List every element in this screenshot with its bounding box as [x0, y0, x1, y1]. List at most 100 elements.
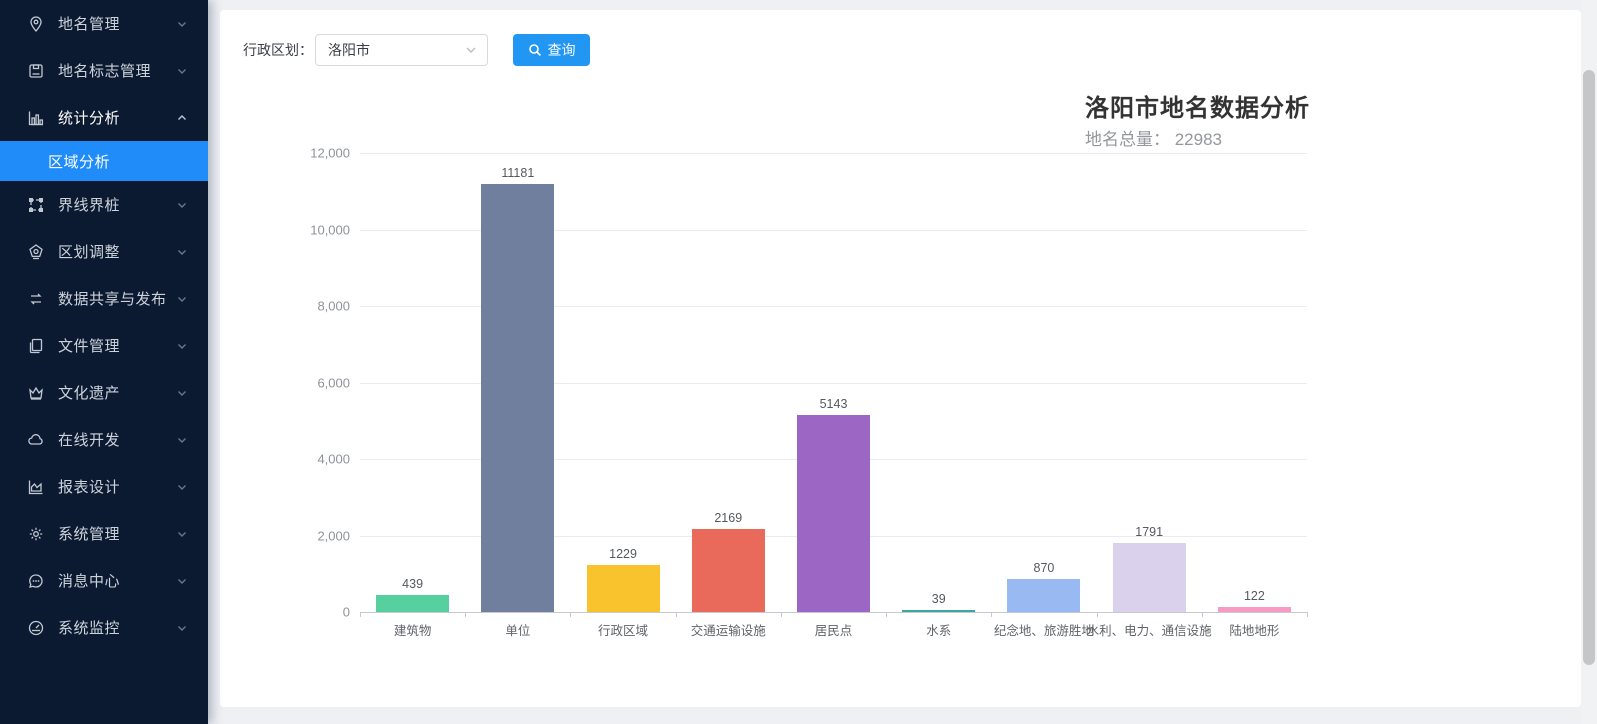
monitor-gauge-icon — [27, 619, 45, 637]
sidebar-item-label: 地名标志管理 — [58, 60, 176, 81]
sidebar-item-label: 文件管理 — [58, 335, 176, 356]
chevron-down-icon — [176, 199, 188, 211]
sidebar-item-6[interactable]: 文件管理 — [0, 322, 208, 369]
x-axis-tick — [676, 612, 677, 617]
x-axis-tick — [781, 612, 782, 617]
bar-2[interactable] — [587, 565, 660, 612]
x-axis-category-label: 建筑物 — [394, 620, 432, 639]
report-chart-icon — [27, 478, 45, 496]
sidebar-item-3[interactable]: 界线界桩 — [0, 181, 208, 228]
x-axis-tick — [991, 612, 992, 617]
files-icon — [27, 337, 45, 355]
y-axis-tick-label: 6,000 — [280, 375, 350, 390]
sidebar-item-label: 区划调整 — [58, 241, 176, 262]
bar-value-label: 439 — [402, 577, 423, 591]
chevron-up-icon — [176, 112, 188, 124]
sidebar-item-label: 系统管理 — [58, 523, 176, 544]
x-axis-category-label: 水利、电力、通信设施 — [1087, 620, 1212, 639]
bar-8[interactable] — [1218, 607, 1291, 612]
submenu-label: 区域分析 — [48, 151, 110, 172]
chevron-down-icon — [176, 246, 188, 258]
sidebar-item-1[interactable]: 地名标志管理 — [0, 47, 208, 94]
location-pin-icon — [27, 15, 45, 33]
page-scrollbar[interactable] — [1581, 0, 1597, 724]
bar-value-label: 39 — [932, 592, 946, 606]
content-card: 行政区划： 洛阳市 查询 洛阳市地名数据分析 地名总量： 22983 02,00… — [220, 10, 1581, 707]
gear-icon — [27, 525, 45, 543]
badge-icon — [27, 243, 45, 261]
x-axis-category-label: 水系 — [926, 620, 951, 639]
bar-chart-icon — [27, 109, 45, 127]
sidebar-item-2[interactable]: 统计分析 — [0, 94, 208, 141]
sidebar-subitem-region-analysis[interactable]: 区域分析 — [0, 141, 208, 181]
chevron-down-icon — [176, 622, 188, 634]
chevron-down-icon — [176, 575, 188, 587]
boundary-frame-icon — [27, 196, 45, 214]
sidebar-item-12[interactable]: 系统监控 — [0, 604, 208, 651]
sidebar-item-label: 数据共享与发布 — [58, 288, 176, 309]
x-axis-line — [360, 612, 1308, 613]
cloud-icon — [27, 431, 45, 449]
sidebar-item-4[interactable]: 区划调整 — [0, 228, 208, 275]
sidebar-item-label: 系统监控 — [58, 617, 176, 638]
bar-3[interactable] — [692, 529, 765, 612]
sidebar-item-7[interactable]: 文化遗产 — [0, 369, 208, 416]
bar-value-label: 2169 — [714, 511, 742, 525]
x-axis-tick — [1097, 612, 1098, 617]
y-axis-tick-label: 0 — [280, 605, 350, 620]
bar-5[interactable] — [902, 610, 975, 612]
gridline — [360, 153, 1307, 154]
x-axis-tick — [570, 612, 571, 617]
bar-value-label: 11181 — [501, 166, 534, 180]
chevron-down-icon — [176, 481, 188, 493]
y-axis-tick-label: 12,000 — [280, 146, 350, 161]
sidebar-item-label: 在线开发 — [58, 429, 176, 450]
message-icon — [27, 572, 45, 590]
sidebar-nav: 地名管理地名标志管理统计分析区域分析界线界桩区划调整数据共享与发布文件管理文化遗… — [0, 0, 208, 724]
chevron-down-icon — [176, 434, 188, 446]
y-axis-tick-label: 2,000 — [280, 528, 350, 543]
x-axis-category-label: 居民点 — [815, 620, 853, 639]
y-axis-tick-label: 8,000 — [280, 299, 350, 314]
bar-1[interactable] — [481, 184, 554, 612]
bar-value-label: 1791 — [1135, 525, 1163, 539]
x-axis-category-label: 行政区域 — [598, 620, 648, 639]
bar-4[interactable] — [797, 415, 870, 612]
bar-0[interactable] — [376, 595, 449, 612]
x-axis-tick — [465, 612, 466, 617]
x-axis-tick — [1307, 612, 1308, 617]
sidebar-item-10[interactable]: 系统管理 — [0, 510, 208, 557]
signboard-icon — [27, 62, 45, 80]
scrollbar-thumb[interactable] — [1583, 70, 1595, 665]
bar-value-label: 122 — [1244, 589, 1265, 603]
chevron-down-icon — [176, 387, 188, 399]
chevron-down-icon — [176, 528, 188, 540]
sidebar-item-9[interactable]: 报表设计 — [0, 463, 208, 510]
bar-6[interactable] — [1007, 579, 1080, 612]
x-axis-category-label: 交通运输设施 — [691, 620, 766, 639]
bar-chart: 02,0004,0006,0008,00010,00012,000439建筑物1… — [220, 10, 1581, 707]
sidebar-item-11[interactable]: 消息中心 — [0, 557, 208, 604]
chevron-down-icon — [176, 65, 188, 77]
sidebar-item-label: 消息中心 — [58, 570, 176, 591]
x-axis-category-label: 单位 — [505, 620, 530, 639]
bar-7[interactable] — [1113, 543, 1186, 612]
chevron-down-icon — [176, 18, 188, 30]
sidebar-item-label: 统计分析 — [58, 107, 176, 128]
x-axis-tick — [1202, 612, 1203, 617]
sidebar-item-5[interactable]: 数据共享与发布 — [0, 275, 208, 322]
bar-value-label: 870 — [1034, 561, 1055, 575]
chevron-down-icon — [176, 293, 188, 305]
bar-value-label: 5143 — [820, 397, 848, 411]
x-axis-category-label: 纪念地、旅游胜地 — [994, 620, 1094, 639]
x-axis-tick — [886, 612, 887, 617]
sidebar-item-0[interactable]: 地名管理 — [0, 0, 208, 47]
bar-value-label: 1229 — [609, 547, 637, 561]
sidebar-item-label: 文化遗产 — [58, 382, 176, 403]
chevron-down-icon — [176, 340, 188, 352]
crown-icon — [27, 384, 45, 402]
sync-icon — [27, 290, 45, 308]
y-axis-tick-label: 4,000 — [280, 452, 350, 467]
sidebar-item-8[interactable]: 在线开发 — [0, 416, 208, 463]
sidebar-item-label: 地名管理 — [58, 13, 176, 34]
